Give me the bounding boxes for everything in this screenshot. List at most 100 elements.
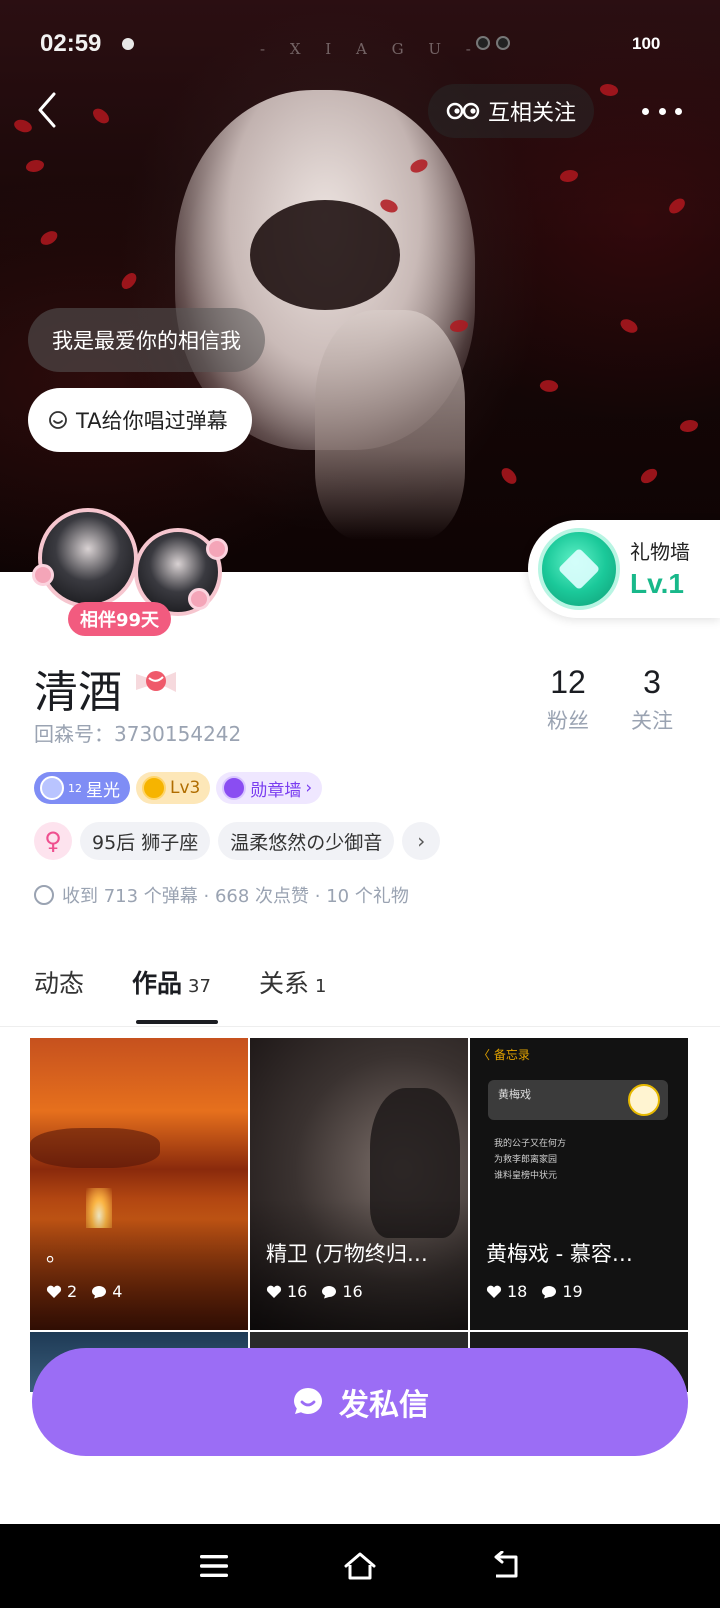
mutual-eyes-icon (446, 102, 480, 120)
candy-icon (136, 671, 176, 692)
level-label: Lv3 (170, 778, 201, 798)
player-title: 黄梅戏 (498, 1088, 531, 1101)
fans-count: 12 (550, 664, 586, 700)
petal (499, 465, 519, 487)
mutual-follow-button[interactable]: 互相关注 (428, 84, 595, 138)
comment-count: 16 (342, 1282, 363, 1301)
comment-icon (542, 1285, 557, 1298)
petal (118, 270, 140, 292)
danmaku-text: 我是最爱你的相信我 (52, 329, 241, 353)
work-title: 精卫 (万物终归… (266, 1242, 428, 1266)
tags-more-button[interactable]: › (402, 822, 441, 860)
fans-stat[interactable]: 12 粉丝 (538, 664, 598, 735)
badge-outline-icon (34, 885, 54, 905)
send-message-label: 发私信 (339, 1388, 429, 1423)
sang-danmaku-pill[interactable]: TA给你唱过弹幕 (28, 388, 252, 452)
following-stat[interactable]: 3 关注 (622, 664, 682, 735)
like-stat: 18 (486, 1282, 527, 1301)
heart-icon (46, 1285, 62, 1298)
tab-relations-count: 1 (314, 976, 327, 997)
lyric-line: 谁料皇榜中状元 (494, 1171, 558, 1181)
tab-dynamic-label: 动态 (34, 969, 85, 998)
petal (560, 170, 578, 182)
medal-icon (222, 776, 247, 800)
starlight-label: 星光 (86, 780, 120, 801)
starlight-level: 12 (68, 781, 82, 795)
notes-header: 〈 备忘录 (478, 1048, 530, 1062)
work-stats: 2 4 (46, 1282, 122, 1301)
like-stat: 16 (266, 1282, 307, 1301)
more-dots-icon (675, 107, 682, 115)
comment-stat: 16 (321, 1282, 363, 1301)
back-button[interactable] (30, 88, 66, 132)
work-card[interactable]: 。 2 4 (30, 1038, 248, 1330)
fans-label: 粉丝 (547, 709, 589, 733)
petal (38, 229, 60, 247)
profile-tabs: 动态 作品 37 关系 1 (34, 964, 326, 1000)
medal-wall-label: 勋章墙 (250, 780, 302, 801)
gift-wall-title: 礼物墙 (630, 540, 690, 564)
age-zodiac-tag: 95后 狮子座 (80, 822, 211, 860)
system-nav-bar (0, 1524, 720, 1608)
banner-watermark: - X I A G U - (260, 40, 481, 58)
heart-icon (486, 1285, 502, 1298)
tab-dynamic[interactable]: 动态 (34, 964, 84, 1000)
like-count: 18 (507, 1282, 528, 1301)
couple-avatars[interactable]: 相伴99天 (32, 508, 228, 638)
profile-tags: ♀ 95后 狮子座 温柔悠然の少御音 › (34, 822, 441, 860)
status-time: 02:59 (40, 30, 102, 57)
pause-icon (628, 1084, 660, 1116)
following-count: 3 (643, 664, 661, 700)
comment-stat: 4 (91, 1282, 122, 1301)
comment-icon (92, 1285, 107, 1298)
work-card[interactable]: 精卫 (万物终归… 16 16 (250, 1038, 468, 1330)
tab-works-count: 37 (188, 976, 211, 997)
petal (666, 196, 688, 216)
flower-decoration (32, 564, 54, 586)
username: 清酒 (34, 667, 122, 718)
flower-decoration (188, 588, 210, 610)
like-count: 2 (67, 1282, 78, 1301)
medal-wall-badge[interactable]: 勋章墙 › (216, 772, 323, 804)
sang-danmaku-label: TA给你唱过弹幕 (76, 409, 228, 433)
petal (26, 160, 44, 172)
comment-count: 19 (562, 1282, 583, 1301)
user-id[interactable]: 回森号：3730154242 (34, 718, 241, 747)
lyric-line: 我的公子又在何方 (494, 1139, 567, 1149)
voice-tag: 温柔悠然の少御音 (218, 822, 395, 860)
gift-wall-button[interactable]: 礼物墙 Lv.1 (528, 520, 720, 618)
menu-icon[interactable] (196, 1551, 232, 1581)
star-icon (40, 776, 64, 800)
home-icon[interactable] (342, 1551, 378, 1581)
petal (598, 81, 620, 99)
tab-relations-label: 关系 (258, 969, 309, 998)
work-card[interactable]: 〈 备忘录 黄梅戏 我的公子又在何方 为救李郎离家园 谁料皇榜中状元 黄梅戏 -… (470, 1038, 688, 1330)
smile-icon (49, 411, 67, 429)
avatar (38, 508, 138, 608)
comment-count: 4 (112, 1282, 123, 1301)
gift-wall-level: Lv.1 (630, 568, 684, 599)
more-button[interactable] (642, 96, 682, 126)
back-arrow-icon[interactable] (488, 1551, 524, 1581)
chevron-left-icon (38, 92, 56, 128)
petal (90, 105, 112, 127)
heart-icon (266, 1285, 282, 1298)
summary-text: 收到 713 个弹幕 · 668 次点赞 · 10 个礼物 (62, 886, 409, 907)
clock-icon (476, 36, 490, 50)
chevron-right-icon: › (305, 778, 313, 798)
comment-icon (322, 1285, 337, 1298)
danmaku-bubble: 我是最爱你的相信我 (28, 308, 265, 372)
tab-relations[interactable]: 关系 1 (259, 964, 326, 1000)
female-icon: ♀ (34, 822, 72, 860)
petal (680, 420, 698, 432)
comment-stat: 19 (541, 1282, 583, 1301)
profile-banner: - X I A G U - 02:59 100 互相关注 我是最爱你的相信我 T… (0, 0, 720, 572)
flower-decoration (206, 538, 228, 560)
send-message-button[interactable]: 发私信 (32, 1348, 688, 1456)
crown-icon (142, 776, 166, 800)
tab-works[interactable]: 作品 37 (132, 964, 211, 1000)
level-badge[interactable]: Lv3 (136, 772, 211, 804)
activity-summary: 收到 713 个弹幕 · 668 次点赞 · 10 个礼物 (34, 882, 409, 908)
starlight-badge[interactable]: 12 星光 (34, 772, 130, 804)
petal (618, 315, 640, 337)
